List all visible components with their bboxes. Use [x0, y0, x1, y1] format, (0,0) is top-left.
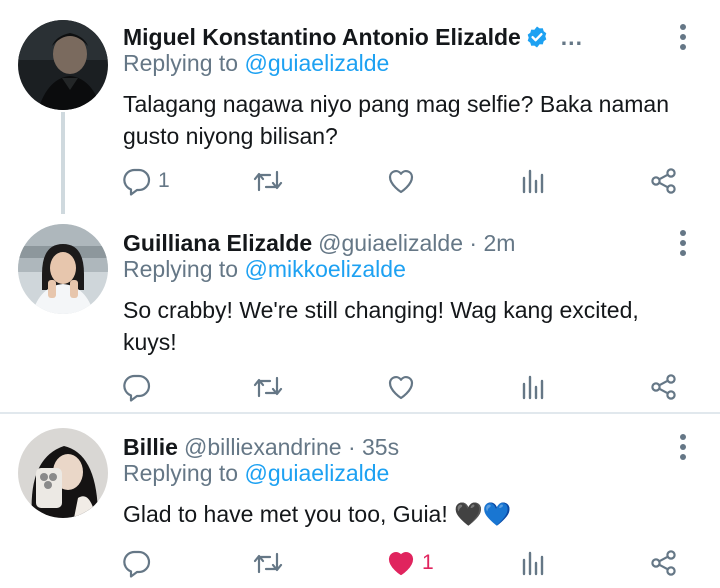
tweet-text: So crabby! We're still changing! Wag kan… — [123, 297, 639, 355]
retweet-icon — [252, 372, 284, 402]
heart-icon — [386, 372, 416, 402]
tweet-text: Talagang nagawa niyo pang mag selfie? Ba… — [123, 91, 669, 149]
mention-link[interactable]: @guiaelizalde — [244, 460, 389, 486]
avatar[interactable] — [18, 224, 108, 314]
share-icon — [649, 548, 679, 578]
more-vertical-icon[interactable] — [672, 228, 694, 258]
tweet-text: Glad to have met you too, Guia! 🖤💙 — [123, 501, 512, 527]
tweet[interactable]: Billie @billiexandrine · 35s Replying to… — [0, 414, 720, 588]
handle-and-time[interactable]: @billiexandrine · 35s — [184, 434, 399, 461]
share-button[interactable] — [649, 546, 679, 580]
action-bar — [0, 370, 720, 404]
reply-count: 1 — [158, 169, 170, 192]
like-button[interactable]: 1 — [386, 546, 434, 580]
avatar[interactable] — [18, 20, 108, 110]
display-name[interactable]: Guilliana Elizalde — [123, 230, 312, 257]
like-button[interactable] — [386, 164, 422, 198]
name-truncation: ... — [560, 23, 583, 50]
more-vertical-icon[interactable] — [672, 432, 694, 462]
heart-icon — [386, 548, 416, 578]
analytics-button[interactable] — [518, 546, 548, 580]
more-vertical-icon[interactable] — [672, 22, 694, 52]
action-bar: 1 — [0, 546, 720, 580]
mention-link[interactable]: @mikkoelizalde — [244, 256, 405, 282]
share-button[interactable] — [649, 370, 679, 404]
retweet-icon — [252, 166, 284, 196]
analytics-button[interactable] — [518, 164, 548, 198]
avatar[interactable] — [18, 428, 108, 518]
verified-badge-icon — [525, 25, 549, 49]
reply-button[interactable]: 1 — [122, 164, 170, 198]
analytics-icon — [518, 166, 548, 196]
retweet-button[interactable] — [252, 164, 284, 198]
display-name[interactable]: Miguel Konstantino Antonio Elizalde — [123, 24, 521, 51]
like-button[interactable] — [386, 370, 422, 404]
tweet-header: Guilliana Elizalde @guiaelizalde · 2m — [123, 226, 515, 260]
analytics-icon — [518, 548, 548, 578]
replying-prefix: Replying to — [123, 460, 239, 486]
action-bar: 1 — [0, 164, 720, 198]
retweet-button[interactable] — [252, 370, 284, 404]
replying-to: Replying to @guiaelizalde — [123, 460, 389, 490]
replying-prefix: Replying to — [123, 50, 239, 76]
retweet-button[interactable] — [252, 546, 284, 580]
analytics-icon — [518, 372, 548, 402]
heart-icon — [386, 166, 416, 196]
like-count: 1 — [422, 551, 434, 574]
tweet-header: Billie @billiexandrine · 35s — [123, 430, 399, 464]
retweet-icon — [252, 548, 284, 578]
reply-button[interactable] — [122, 370, 158, 404]
share-button[interactable] — [649, 164, 679, 198]
replying-to: Replying to @mikkoelizalde — [123, 256, 406, 286]
reply-icon — [122, 548, 152, 578]
reply-icon — [122, 166, 152, 196]
share-icon — [649, 166, 679, 196]
replying-to: Replying to @guiaelizalde — [123, 50, 389, 80]
replying-prefix: Replying to — [123, 256, 239, 282]
analytics-button[interactable] — [518, 370, 548, 404]
tweet-header: Miguel Konstantino Antonio Elizalde ... — [123, 20, 583, 54]
handle-and-time[interactable]: @guiaelizalde · 2m — [318, 230, 515, 257]
reply-icon — [122, 372, 152, 402]
tweet[interactable]: Guilliana Elizalde @guiaelizalde · 2m Re… — [0, 214, 720, 412]
thread-line — [61, 112, 65, 214]
tweet[interactable]: Miguel Konstantino Antonio Elizalde ... … — [0, 0, 720, 214]
share-icon — [649, 372, 679, 402]
reply-button[interactable] — [122, 546, 158, 580]
mention-link[interactable]: @guiaelizalde — [244, 50, 389, 76]
display-name[interactable]: Billie — [123, 434, 178, 461]
